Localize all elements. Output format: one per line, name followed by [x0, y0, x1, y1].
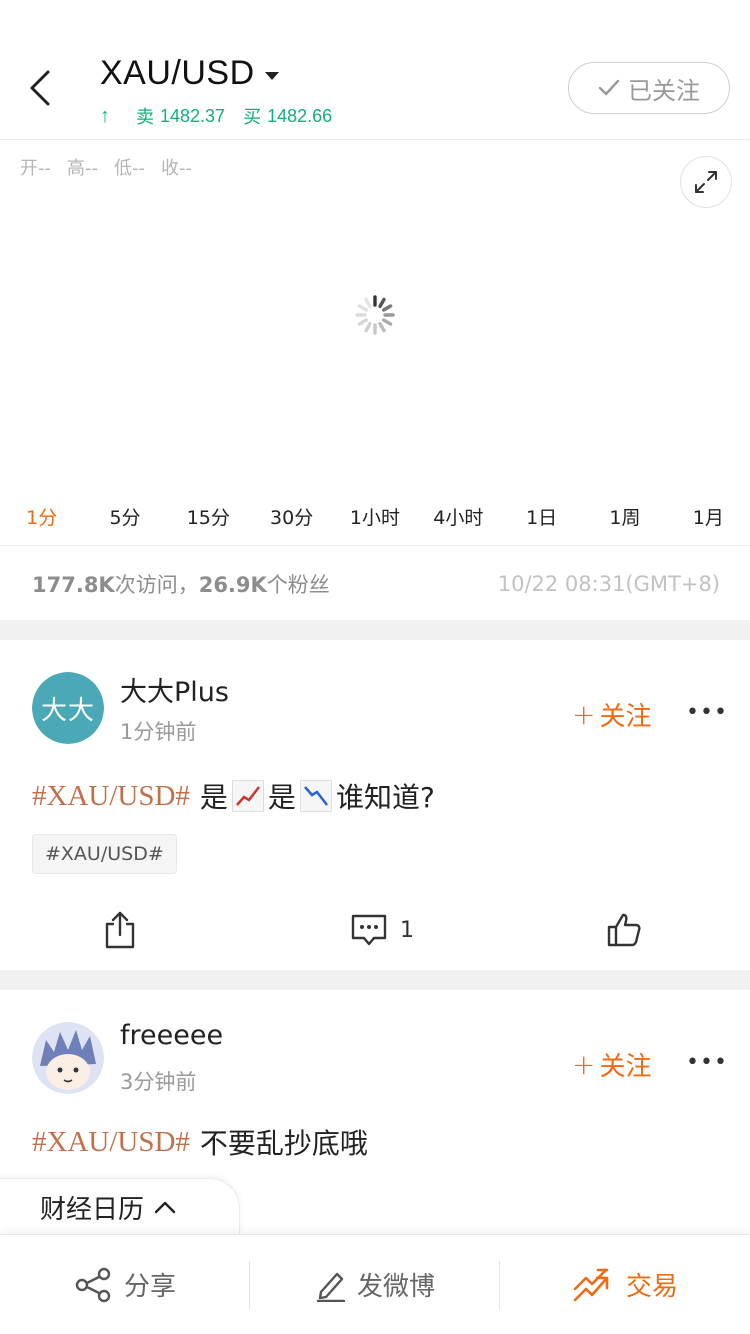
- post-content: #XAU/USD# 是 是 谁知道?: [32, 779, 435, 815]
- followed-button[interactable]: 已关注: [568, 62, 730, 114]
- comment-icon: [351, 914, 387, 946]
- chart-down-emoji-icon: [299, 780, 332, 812]
- header: XAU/USD ↑ 卖 1482.37 买 1482.66 已关注: [0, 0, 750, 140]
- divider: [499, 1261, 500, 1309]
- stats-row: 177.8K次访问，26.9K个粉丝 10/22 08:31(GMT+8): [0, 548, 750, 620]
- more-icon[interactable]: •••: [686, 700, 728, 725]
- tab-15min[interactable]: 15分: [167, 496, 250, 545]
- thumbs-up-icon: [607, 913, 641, 947]
- divider: [249, 1261, 250, 1309]
- tab-1hour[interactable]: 1小时: [333, 496, 416, 545]
- trend-up-icon: ↑: [100, 104, 110, 127]
- post-actions: 1: [0, 900, 750, 960]
- section-divider: [0, 970, 750, 990]
- chevron-up-icon: [154, 1201, 176, 1214]
- avatar[interactable]: 大大: [32, 672, 104, 744]
- back-button[interactable]: [22, 68, 62, 108]
- followed-label: 已关注: [628, 76, 700, 105]
- expand-icon: [695, 171, 717, 193]
- back-arrow-icon: [30, 70, 50, 106]
- caret-down-icon: [264, 71, 279, 80]
- tab-1min[interactable]: 1分: [0, 496, 83, 545]
- share-icon: [105, 911, 135, 949]
- tab-1month[interactable]: 1月: [667, 496, 750, 545]
- topic-tag[interactable]: #XAU/USD#: [32, 834, 177, 874]
- spinner-icon: [354, 294, 396, 336]
- buy-price: 1482.66: [267, 105, 333, 126]
- follow-button[interactable]: + 关注: [572, 1046, 651, 1083]
- post-card[interactable]: freeeee 3分钟前 + 关注 ••• #XAU/USD# 不要乱抄底哦: [0, 990, 750, 1180]
- calendar-tab[interactable]: 财经日历: [0, 1178, 240, 1236]
- quote-row: ↑ 卖 1482.37 买 1482.66: [100, 103, 350, 129]
- sell-label: 卖: [136, 107, 154, 127]
- ohlc-high: 高--: [67, 158, 98, 179]
- ohlc-open: 开--: [20, 158, 51, 179]
- ohlc-low: 低--: [114, 158, 145, 179]
- ohlc-readout: 开-- 高-- 低-- 收--: [20, 154, 192, 180]
- tab-5min[interactable]: 5分: [83, 496, 166, 545]
- visits-count: 177.8K: [32, 573, 115, 597]
- trade-button[interactable]: 交易: [500, 1235, 750, 1334]
- tab-1week[interactable]: 1周: [583, 496, 666, 545]
- post-time: 3分钟前: [120, 1070, 197, 1094]
- sell-price: 1482.37: [160, 105, 226, 126]
- plus-icon: +: [572, 698, 596, 731]
- timeframe-tabs: 1分 5分 15分 30分 1小时 4小时 1日 1周 1月: [0, 496, 750, 546]
- section-divider: [0, 620, 750, 640]
- author-name[interactable]: 大大Plus: [120, 670, 229, 709]
- chart-up-emoji-icon: [231, 780, 264, 812]
- post-weibo-button[interactable]: 发微博: [250, 1235, 500, 1334]
- follow-button[interactable]: + 关注: [572, 696, 651, 733]
- fans-count: 26.9K: [198, 573, 267, 597]
- comment-count: 1: [400, 917, 414, 943]
- visits-fans-summary: 177.8K次访问，26.9K个粉丝: [32, 573, 330, 597]
- comment-action[interactable]: 1: [350, 912, 414, 948]
- ohlc-close: 收--: [161, 158, 192, 179]
- avatar[interactable]: [32, 1022, 104, 1094]
- buy-label: 买: [243, 107, 262, 127]
- share-button[interactable]: 分享: [0, 1235, 250, 1334]
- pencil-icon: [316, 1272, 346, 1302]
- share-nodes-icon: [75, 1267, 111, 1302]
- check-icon: [598, 79, 620, 96]
- post-content: #XAU/USD# 不要乱抄底哦: [32, 1125, 368, 1161]
- symbol-selector[interactable]: XAU/USD: [100, 54, 279, 93]
- share-action[interactable]: [104, 910, 136, 950]
- trade-arrows-icon: [573, 1268, 609, 1301]
- tab-30min[interactable]: 30分: [250, 496, 333, 545]
- post-card[interactable]: 大大 大大Plus 1分钟前 + 关注 ••• #XAU/USD# 是 是 谁知…: [0, 640, 750, 970]
- hashtag-link[interactable]: #XAU/USD#: [32, 1126, 190, 1159]
- tab-1day[interactable]: 1日: [500, 496, 583, 545]
- page: XAU/USD ↑ 卖 1482.37 买 1482.66 已关注 开-- 高-…: [0, 0, 750, 1334]
- author-name[interactable]: freeeee: [120, 1020, 223, 1051]
- timestamp: 10/22 08:31(GMT+8): [497, 572, 720, 596]
- symbol-title: XAU/USD: [100, 54, 255, 92]
- hashtag-link[interactable]: #XAU/USD#: [32, 780, 190, 813]
- expand-chart-button[interactable]: [680, 156, 732, 208]
- calendar-tab-label: 财经日历: [40, 1194, 145, 1225]
- post-time: 1分钟前: [120, 720, 197, 744]
- like-action[interactable]: [606, 912, 642, 948]
- tab-4hour[interactable]: 4小时: [417, 496, 500, 545]
- plus-icon: +: [572, 1048, 596, 1081]
- more-icon[interactable]: •••: [686, 1050, 728, 1075]
- bottom-action-bar: 分享 发微博 交易: [0, 1234, 750, 1334]
- avatar-image: [32, 1022, 104, 1094]
